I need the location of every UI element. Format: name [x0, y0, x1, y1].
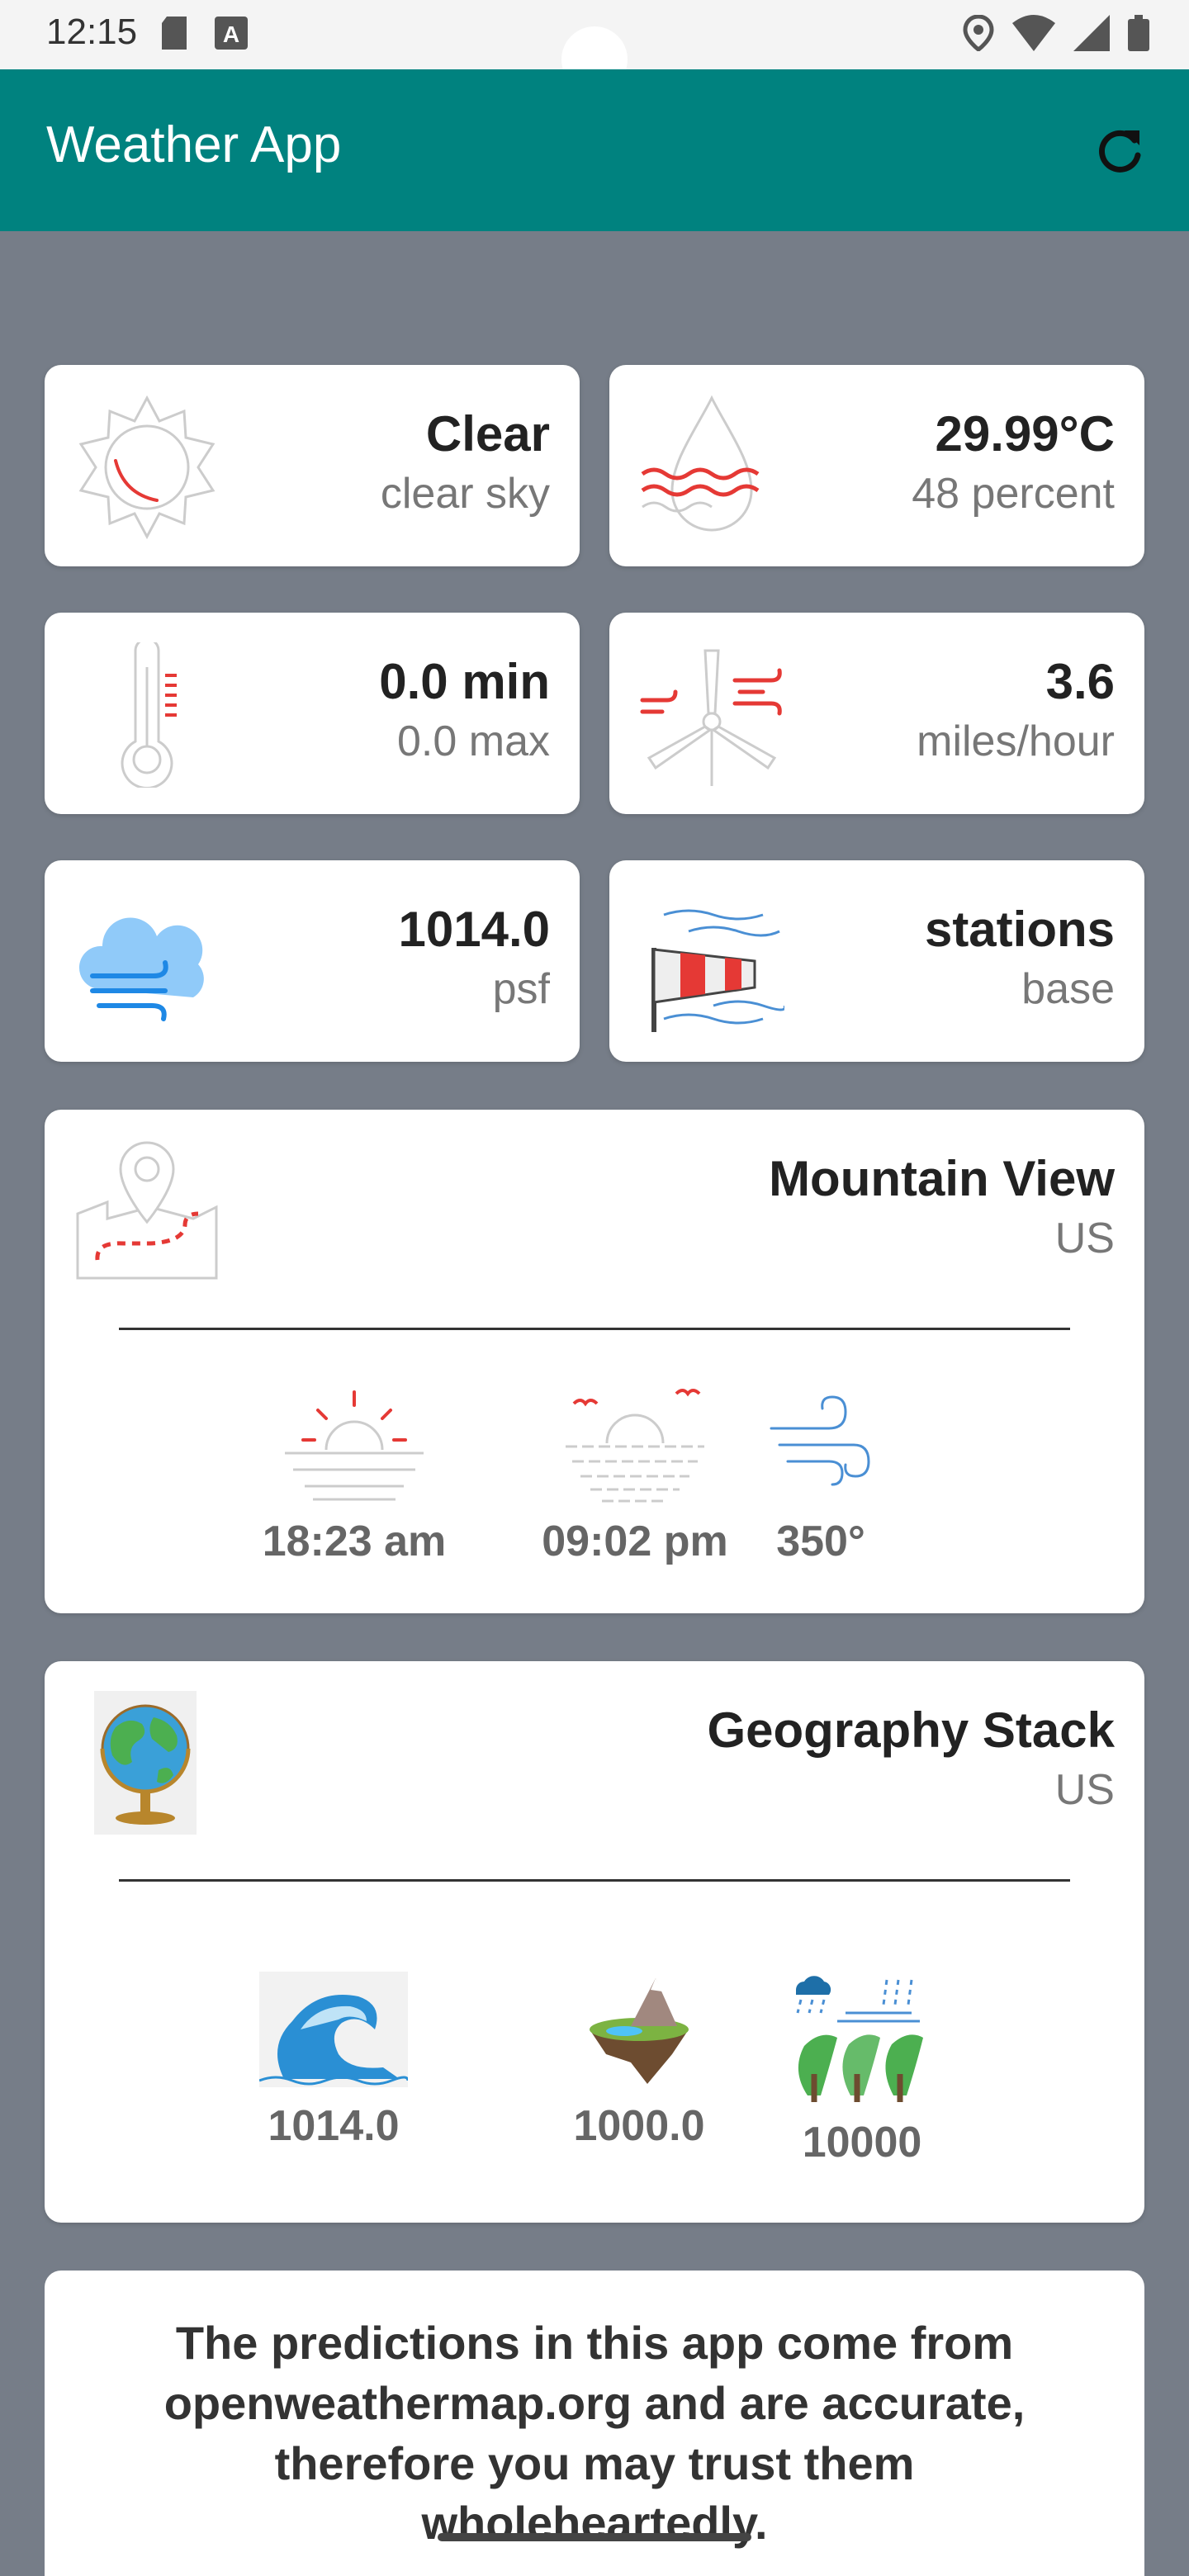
map-pin-icon: [76, 1141, 218, 1280]
visibility-item: 10000: [779, 1972, 945, 2167]
temperature-max: 0.0 max: [397, 717, 550, 765]
pressure-unit: psf: [492, 965, 550, 1013]
gesture-nav-handle[interactable]: [438, 2533, 751, 2541]
location-card: Mountain View US 18:23 am 09:02 pm 350°: [45, 1110, 1144, 1613]
wind-speed-value: 3.6: [1045, 654, 1115, 709]
cloud-wind-icon: [78, 917, 204, 1021]
wind-direction-icon: [770, 1395, 870, 1486]
sunset-time: 09:02 pm: [542, 1518, 728, 1565]
stations-text: stations base: [925, 900, 1115, 1020]
svg-text:A: A: [223, 21, 239, 47]
trees-rain-icon: [796, 1976, 923, 2102]
sunset-item: 09:02 pm: [532, 1387, 738, 1566]
status-right-icons: [963, 15, 1149, 51]
temperature-text: 0.0 min 0.0 max: [379, 652, 550, 772]
geography-title: Geography Stack: [707, 1702, 1115, 1758]
sd-card-icon: [162, 17, 187, 50]
wind-direction: 350°: [776, 1518, 865, 1565]
wind-speed-text: 3.6 miles/hour: [917, 652, 1115, 772]
condition-text: Clear clear sky: [381, 405, 550, 524]
humidity-card: 29.99°C 48 percent: [609, 365, 1144, 566]
temperature-min: 0.0 min: [379, 654, 550, 709]
app-bar: Weather App: [0, 69, 1189, 231]
sea-level-value: 1014.0: [268, 2102, 400, 2150]
wind-speed-unit: miles/hour: [917, 717, 1115, 765]
location-country: US: [1054, 1215, 1115, 1262]
refresh-icon: [1099, 130, 1141, 173]
pressure-value: 1014.0: [398, 902, 550, 957]
thermometer-icon: [121, 642, 177, 788]
location-text: Mountain View US: [769, 1149, 1115, 1269]
wind-turbine-icon: [640, 649, 782, 786]
location-divider: [119, 1328, 1070, 1330]
humidity-temperature: 29.99°C: [935, 406, 1115, 462]
condition-description: clear sky: [380, 470, 550, 518]
sunrise-item: 18:23 am: [251, 1387, 457, 1566]
geography-country: US: [1054, 1766, 1115, 1814]
sunset-icon: [566, 1389, 704, 1503]
location-city: Mountain View: [769, 1151, 1115, 1206]
refresh-button[interactable]: [1088, 119, 1151, 182]
humidity-text: 29.99°C 48 percent: [912, 405, 1115, 524]
wifi-icon: [1012, 15, 1055, 51]
ground-level-value: 1000.0: [573, 2102, 705, 2150]
disclaimer-text: The predictions in this app come from op…: [163, 2317, 1026, 2550]
pressure-text: 1014.0 psf: [398, 900, 550, 1020]
disclaimer-card: The predictions in this app come from op…: [45, 2271, 1144, 2576]
app-title: Weather App: [46, 116, 342, 173]
signal-icon: [1073, 15, 1110, 51]
weather-condition-card: Clear clear sky: [45, 365, 580, 566]
battery-icon: [1128, 15, 1149, 51]
sea-level-item: 1014.0: [226, 1972, 441, 2151]
location-icon: [963, 15, 994, 51]
pressure-card: 1014.0 psf: [45, 860, 580, 1062]
stations-card: stations base: [609, 860, 1144, 1062]
status-left-icons: A: [162, 17, 248, 50]
sunrise-icon: [285, 1390, 424, 1501]
humidity-percent: 48 percent: [912, 470, 1115, 518]
floating-island-icon: [590, 1978, 689, 2084]
geography-card: Geography Stack US 1014.0 1000.0 10000: [45, 1661, 1144, 2223]
sunrise-time: 18:23 am: [262, 1518, 447, 1565]
windsock-icon: [651, 909, 784, 1032]
visibility-value: 10000: [802, 2119, 922, 2166]
condition-main: Clear: [425, 406, 550, 462]
globe-icon: [94, 1691, 197, 1835]
wind-direction-item: 350°: [746, 1387, 895, 1566]
temperature-card: 0.0 min 0.0 max: [45, 613, 580, 814]
ground-level-item: 1000.0: [532, 1972, 746, 2151]
wind-speed-card: 3.6 miles/hour: [609, 613, 1144, 814]
status-time: 12:15: [46, 12, 138, 52]
stations-label: stations: [924, 902, 1115, 957]
font-icon: A: [215, 17, 248, 50]
humidity-drop-icon: [641, 395, 760, 532]
geography-text: Geography Stack US: [707, 1701, 1115, 1821]
wave-icon: [258, 1972, 410, 2087]
stations-base: base: [1021, 965, 1115, 1013]
sun-icon: [78, 395, 216, 540]
geography-divider: [119, 1879, 1070, 1882]
